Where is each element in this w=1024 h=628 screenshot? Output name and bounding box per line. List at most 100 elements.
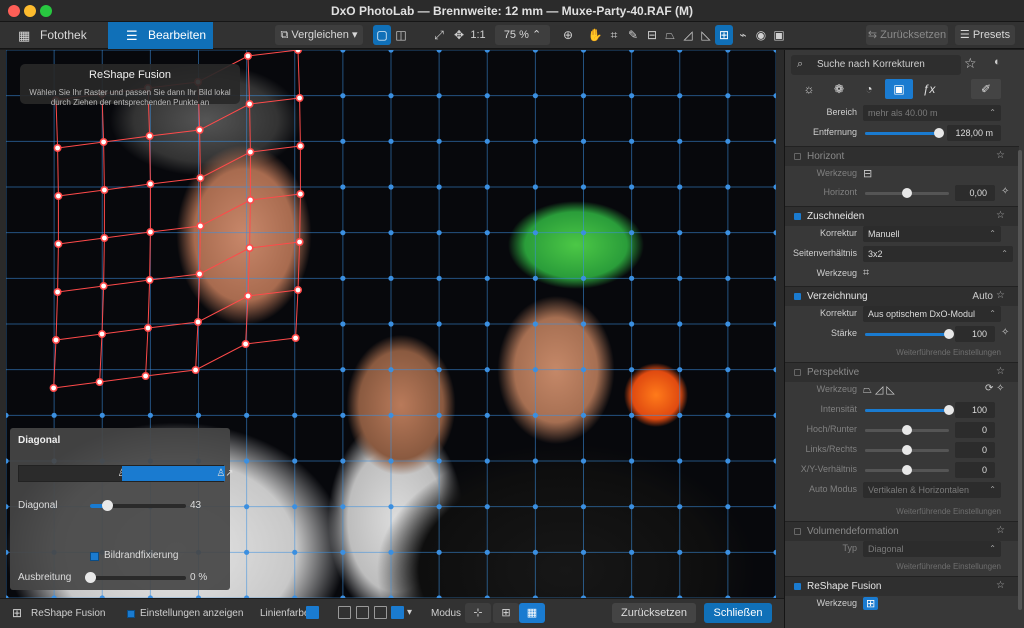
grid-point[interactable] xyxy=(580,230,587,236)
mesh-point[interactable] xyxy=(49,383,58,392)
grid-point[interactable] xyxy=(532,367,538,373)
reshape-grid-icon[interactable]: ⊞ xyxy=(863,597,879,610)
grid-point[interactable] xyxy=(484,504,490,510)
tab-detail[interactable]: ◔ xyxy=(855,79,883,99)
perspective-rect-tool[interactable]: ◿ xyxy=(679,25,697,45)
horizon-slider[interactable] xyxy=(865,188,949,198)
auto-wand-icon[interactable]: ⟳ ✧ xyxy=(985,383,1005,394)
grid-point[interactable] xyxy=(725,321,731,327)
volume-enable-checkbox[interactable] xyxy=(794,528,801,535)
intensity-slider[interactable] xyxy=(865,405,954,415)
grid-point[interactable] xyxy=(147,412,153,418)
crop-section-header[interactable]: Zuschneiden ☆ xyxy=(785,206,1019,226)
xy-slider-knob[interactable] xyxy=(902,465,912,475)
tab-geometry[interactable]: ▣ xyxy=(885,79,913,99)
fit-screen-button[interactable]: ⤢ xyxy=(430,25,448,45)
reset-top-button[interactable]: ⇆ Zurücksetzen xyxy=(866,25,948,45)
grid-point[interactable] xyxy=(677,504,683,510)
grid-point[interactable] xyxy=(6,549,9,555)
crop-tool[interactable]: ⌗ xyxy=(605,25,623,45)
grid-point[interactable] xyxy=(677,275,683,281)
grid-point[interactable] xyxy=(725,93,731,99)
grid-point[interactable] xyxy=(677,458,683,464)
mesh-point[interactable] xyxy=(141,371,150,380)
grid-point[interactable] xyxy=(532,184,538,190)
auto-wand-icon[interactable]: ✧ xyxy=(1001,327,1009,338)
grid-point[interactable] xyxy=(532,549,538,555)
distance-slider-knob[interactable] xyxy=(934,128,944,138)
grid-point[interactable] xyxy=(340,184,346,190)
grid-point[interactable] xyxy=(629,321,635,327)
grid-point[interactable] xyxy=(388,184,394,190)
grid-point[interactable] xyxy=(484,50,490,53)
mesh-point[interactable] xyxy=(99,282,108,291)
strength-slider-knob[interactable] xyxy=(944,329,954,339)
grid-point[interactable] xyxy=(436,184,442,190)
distortion-correction-select[interactable]: Aus optischem DxO-Modul xyxy=(863,306,1001,322)
volume-more-settings[interactable]: Weiterführende Einstellungen xyxy=(785,562,1019,576)
diagonal-slider-knob[interactable] xyxy=(102,500,114,511)
grid-point[interactable] xyxy=(484,275,490,281)
grid-point[interactable] xyxy=(629,184,635,190)
grid-point[interactable] xyxy=(629,504,635,510)
grid-point[interactable] xyxy=(725,458,731,464)
mesh-point[interactable] xyxy=(296,190,305,199)
reshape-tool[interactable]: ⊞ xyxy=(715,25,733,45)
mesh-point[interactable] xyxy=(245,244,254,253)
hand-tool[interactable]: ✋ xyxy=(586,25,604,45)
line-color-swatch[interactable] xyxy=(306,606,319,619)
mesh-point[interactable] xyxy=(144,323,153,332)
grid-point[interactable] xyxy=(580,138,587,144)
zoom-one-to-one-button[interactable]: 1:1 xyxy=(468,25,488,45)
grid-point[interactable] xyxy=(773,321,776,327)
grid-point[interactable] xyxy=(388,504,394,510)
horizon-tool[interactable]: ⊟ xyxy=(643,25,661,45)
grid-point[interactable] xyxy=(677,93,683,99)
mesh-point[interactable] xyxy=(100,234,109,243)
mesh-point[interactable] xyxy=(145,276,154,285)
mesh-point[interactable] xyxy=(53,288,62,297)
grid-point[interactable] xyxy=(629,93,635,99)
grid-point[interactable] xyxy=(484,184,490,190)
perspective-section-header[interactable]: Perspektive ☆ xyxy=(785,362,1019,382)
grid-point[interactable] xyxy=(725,504,731,510)
grid-density-1-button[interactable] xyxy=(338,606,351,619)
tab-effects[interactable]: ƒx xyxy=(915,79,943,99)
grid-point[interactable] xyxy=(244,504,250,510)
chevron-down-icon[interactable]: ▾ xyxy=(407,607,412,618)
grid-point[interactable] xyxy=(532,93,538,99)
leftright-value[interactable]: 0 xyxy=(955,442,995,458)
search-input[interactable]: ⌕ Suche nach Korrekturen xyxy=(791,55,961,75)
mesh-point[interactable] xyxy=(98,329,107,338)
grid-point[interactable] xyxy=(629,458,635,464)
grid-point[interactable] xyxy=(629,549,635,555)
grid-point[interactable] xyxy=(484,458,490,464)
intensity-value[interactable]: 100 xyxy=(955,402,995,418)
grid-point[interactable] xyxy=(436,367,442,373)
distortion-section-header[interactable]: Verzeichnung Auto ☆ xyxy=(785,286,1019,306)
grid-point[interactable] xyxy=(532,504,538,510)
grid-point[interactable] xyxy=(388,412,394,418)
mesh-point[interactable] xyxy=(295,238,304,247)
grid-point[interactable] xyxy=(436,50,442,53)
grid-point[interactable] xyxy=(340,275,346,281)
grid-density-3-button[interactable] xyxy=(374,606,387,619)
star-icon[interactable]: ☆ xyxy=(964,55,977,72)
grid-point[interactable] xyxy=(725,50,731,53)
leftright-slider-knob[interactable] xyxy=(902,445,912,455)
crop-correction-select[interactable]: Manuell xyxy=(863,226,1001,242)
grid-point[interactable] xyxy=(99,412,105,418)
strength-slider[interactable] xyxy=(865,329,954,339)
star-icon[interactable]: ☆ xyxy=(996,580,1005,591)
zoom-in-button[interactable]: ⊕ xyxy=(559,25,577,45)
close-button[interactable]: Schließen xyxy=(704,603,772,623)
horizon-section-header[interactable]: Horizont ☆ xyxy=(785,146,1019,166)
grid-point[interactable] xyxy=(436,321,442,327)
grid-point[interactable] xyxy=(51,412,57,418)
grid-point[interactable] xyxy=(773,138,776,144)
diagonal-slider[interactable] xyxy=(90,500,186,511)
grid-point[interactable] xyxy=(629,275,635,281)
grid-point[interactable] xyxy=(773,367,776,373)
mesh-point[interactable] xyxy=(146,180,155,189)
reshape-enable-checkbox[interactable] xyxy=(794,583,801,590)
